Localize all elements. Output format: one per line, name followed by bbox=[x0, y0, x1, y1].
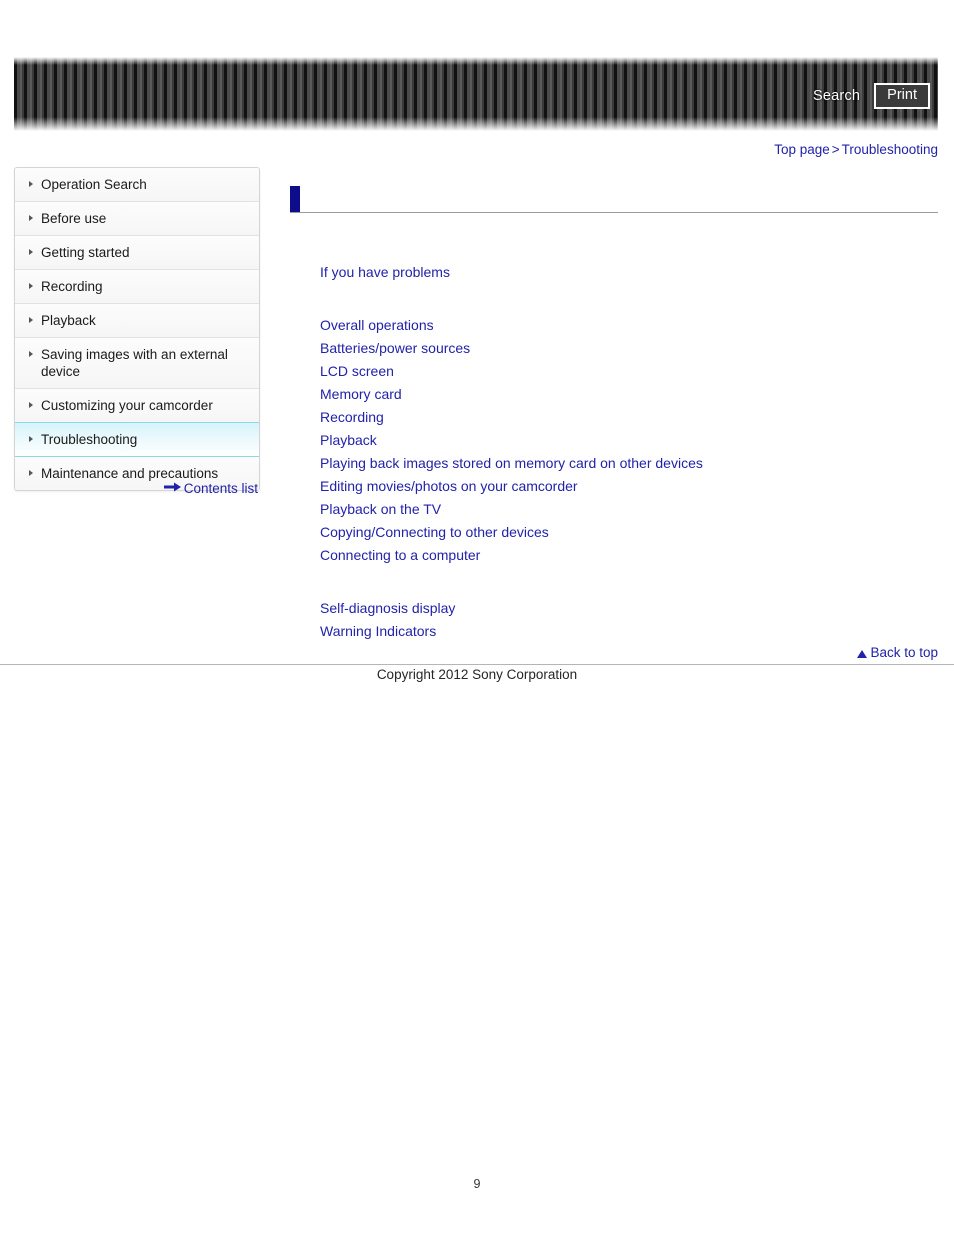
link-playback-on-the-tv[interactable]: Playback on the TV bbox=[320, 498, 938, 521]
link-copying-connecting-other-devices[interactable]: Copying/Connecting to other devices bbox=[320, 521, 938, 544]
banner-bottom-fade bbox=[14, 117, 938, 131]
link-recording[interactable]: Recording bbox=[320, 406, 938, 429]
sidebar-item-before-use[interactable]: Before use bbox=[15, 202, 259, 236]
sidebar-item-label: Troubleshooting bbox=[41, 432, 138, 447]
link-overall-operations[interactable]: Overall operations bbox=[320, 314, 938, 337]
sidebar-item-label: Getting started bbox=[41, 245, 130, 260]
link-memory-card[interactable]: Memory card bbox=[320, 383, 938, 406]
bullet-triangle-icon bbox=[29, 215, 33, 221]
link-batteries-power-sources[interactable]: Batteries/power sources bbox=[320, 337, 938, 360]
page-heading bbox=[290, 186, 938, 213]
bullet-triangle-icon bbox=[29, 249, 33, 255]
sidebar-item-customizing[interactable]: Customizing your camcorder bbox=[15, 389, 259, 423]
heading-marker bbox=[290, 186, 300, 212]
topic-link-groups: If you have problems Overall operations … bbox=[290, 261, 938, 643]
bullet-triangle-icon bbox=[29, 317, 33, 323]
search-link[interactable]: Search bbox=[813, 88, 860, 104]
link-lcd-screen[interactable]: LCD screen bbox=[320, 360, 938, 383]
sidebar-item-getting-started[interactable]: Getting started bbox=[15, 236, 259, 270]
link-playing-back-images-other-devices[interactable]: Playing back images stored on memory car… bbox=[320, 452, 938, 475]
sidebar-item-label: Recording bbox=[41, 279, 103, 294]
footer-divider bbox=[0, 664, 954, 665]
banner-actions: Search Print bbox=[813, 83, 930, 109]
sidebar-item-label: Customizing your camcorder bbox=[41, 398, 213, 413]
breadcrumb: Top page > Troubleshooting bbox=[774, 142, 938, 157]
page-title bbox=[300, 186, 938, 212]
sidebar-item-label: Playback bbox=[41, 313, 96, 328]
link-self-diagnosis-display[interactable]: Self-diagnosis display bbox=[320, 597, 938, 620]
bullet-triangle-icon bbox=[29, 283, 33, 289]
sidebar-item-label: Before use bbox=[41, 211, 107, 226]
banner-top-fade bbox=[14, 57, 938, 65]
back-to-top-link[interactable]: Back to top bbox=[857, 645, 938, 660]
breadcrumb-top-page[interactable]: Top page bbox=[774, 142, 830, 157]
sidebar-item-recording[interactable]: Recording bbox=[15, 270, 259, 304]
sidebar-item-label: Operation Search bbox=[41, 177, 147, 192]
triangle-up-icon bbox=[857, 650, 868, 658]
link-warning-indicators[interactable]: Warning Indicators bbox=[320, 620, 938, 643]
bullet-triangle-icon bbox=[29, 402, 33, 408]
bullet-triangle-icon bbox=[29, 470, 33, 476]
sidebar-navigation: Operation Search Before use Getting star… bbox=[14, 167, 260, 491]
main-content: If you have problems Overall operations … bbox=[290, 186, 938, 643]
breadcrumb-separator: > bbox=[831, 142, 840, 157]
page-number: 9 bbox=[473, 1177, 481, 1191]
contents-list-label: Contents list bbox=[183, 480, 258, 496]
sidebar-item-playback[interactable]: Playback bbox=[15, 304, 259, 338]
copyright-notice: Copyright 2012 Sony Corporation bbox=[376, 667, 578, 682]
sidebar-item-saving-images[interactable]: Saving images with an external device bbox=[15, 338, 259, 389]
back-to-top-label: Back to top bbox=[870, 645, 938, 660]
link-if-you-have-problems[interactable]: If you have problems bbox=[320, 261, 938, 284]
print-button[interactable]: Print bbox=[874, 83, 930, 109]
bullet-triangle-icon bbox=[29, 351, 33, 357]
breadcrumb-current[interactable]: Troubleshooting bbox=[842, 142, 938, 157]
right-arrow-icon bbox=[163, 480, 182, 495]
sidebar-item-label: Saving images with an external device bbox=[41, 347, 228, 379]
site-banner: Search Print bbox=[14, 57, 938, 131]
link-playback[interactable]: Playback bbox=[320, 429, 938, 452]
bullet-triangle-icon bbox=[29, 436, 33, 442]
bullet-triangle-icon bbox=[29, 181, 33, 187]
sidebar-item-troubleshooting[interactable]: Troubleshooting bbox=[15, 422, 259, 457]
sidebar-item-operation-search[interactable]: Operation Search bbox=[15, 168, 259, 202]
link-editing-movies-photos[interactable]: Editing movies/photos on your camcorder bbox=[320, 475, 938, 498]
link-connecting-to-a-computer[interactable]: Connecting to a computer bbox=[320, 544, 938, 567]
contents-list-link[interactable]: Contents list bbox=[14, 480, 258, 496]
